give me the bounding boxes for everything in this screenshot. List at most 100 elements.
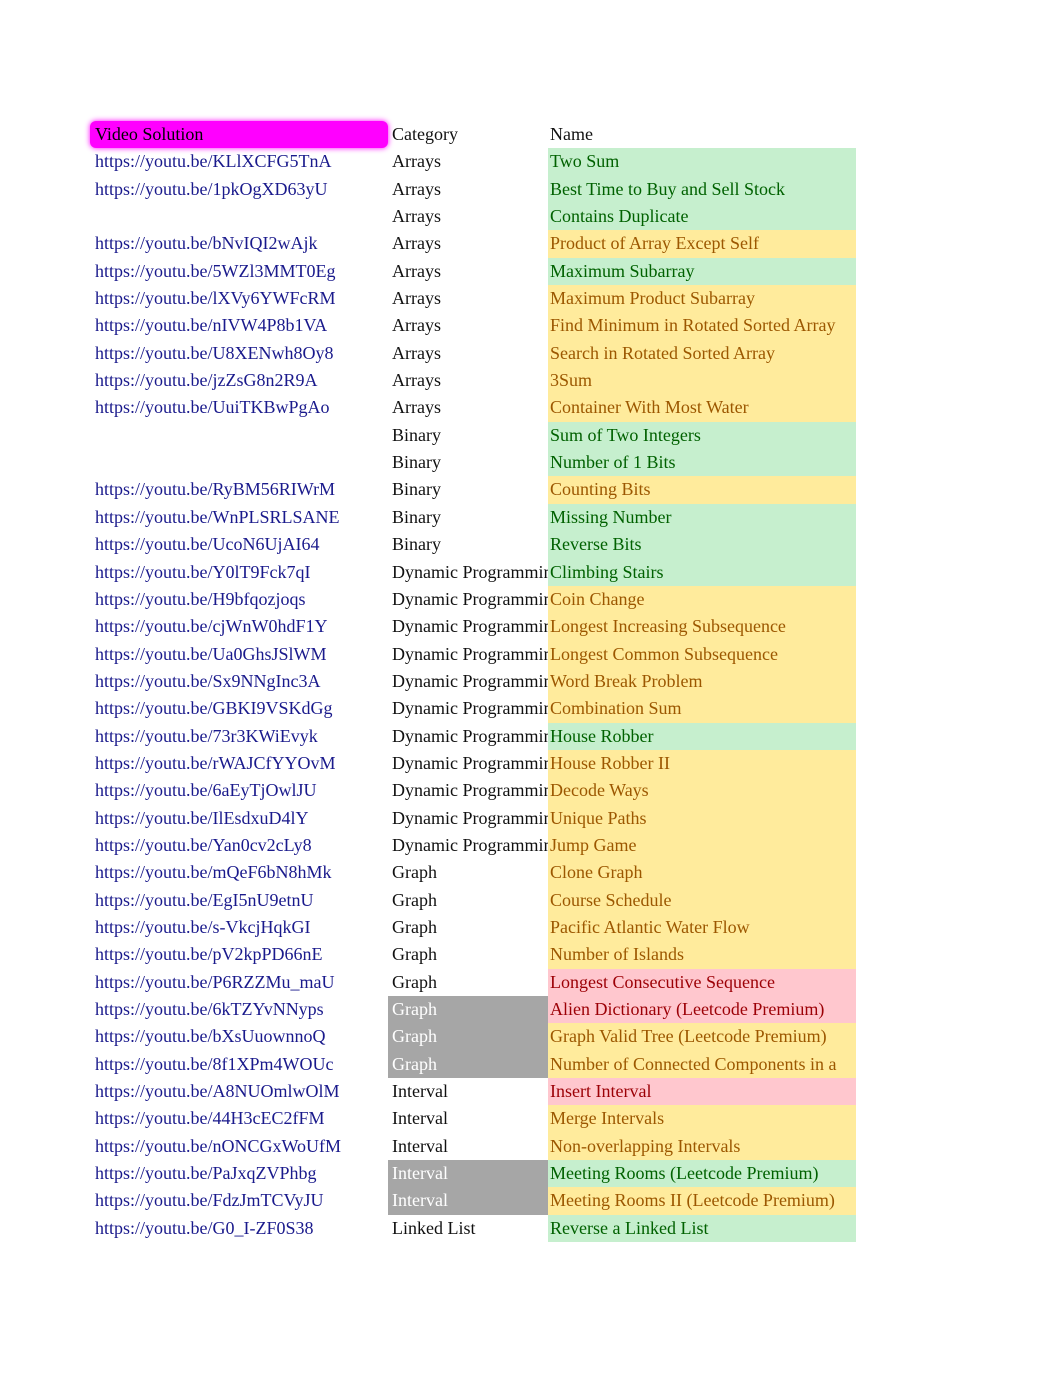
category-cell: Dynamic Programming — [392, 588, 548, 609]
problem-name-cell: Missing Number — [548, 503, 856, 532]
table-row: https://youtu.be/UuiTKBwPgAo Arrays Contai… — [90, 394, 856, 422]
video-link[interactable]: https://youtu.be/P6RZZMu_maU — [90, 969, 388, 996]
video-link[interactable]: https://youtu.be/UcoN6UjAI64 — [90, 531, 388, 558]
category-cell: Binary — [392, 506, 441, 527]
video-link[interactable]: https://youtu.be/Ua0GhsJSlWM — [90, 641, 388, 668]
table-row: https://youtu.be/8f1XPm4WOUc Graph Number … — [90, 1050, 856, 1079]
table-row: https://youtu.be/rWAJCfYYOvM Dynamic Prog… — [90, 749, 856, 778]
video-link[interactable]: https://youtu.be/s-VkcjHqkGI — [90, 914, 388, 941]
problem-name-cell: Alien Dictionary (Leetcode Premium) — [548, 996, 856, 1024]
video-link[interactable]: https://youtu.be/bNvIQI2wAjk — [90, 230, 388, 257]
table-row: https://youtu.be/73r3KWiEvyk Dynamic Prog… — [90, 722, 856, 750]
problem-name-cell: Meeting Rooms II (Leetcode Premium) — [548, 1187, 856, 1215]
problem-name-cell: House Robber II — [548, 749, 856, 778]
category-cell: Linked List — [392, 1217, 476, 1238]
problem-name-cell: Unique Paths — [548, 804, 856, 832]
table-row: https://youtu.be/s-VkcjHqkGI Graph Pacific… — [90, 913, 856, 942]
video-link[interactable]: https://youtu.be/pV2kpPD66nE — [90, 941, 388, 968]
category-cell: Arrays — [392, 178, 441, 199]
video-link[interactable]: https://youtu.be/EgI5nU9etnU — [90, 887, 388, 914]
problem-name-cell: Climbing Stairs — [548, 558, 856, 586]
video-link[interactable]: https://youtu.be/FdzJmTCVyJU — [90, 1187, 388, 1214]
table-row: https://youtu.be/cjWnW0hdF1Y Dynamic Prog… — [90, 613, 856, 641]
category-cell: Arrays — [392, 151, 441, 172]
problem-name-cell: Decode Ways — [548, 777, 856, 805]
problem-name-cell: Meeting Rooms (Leetcode Premium) — [548, 1160, 856, 1188]
category-cell: Graph — [392, 971, 437, 992]
problem-name-cell: Longest Common Subsequence — [548, 640, 856, 668]
category-cell: Interval — [392, 1108, 448, 1129]
problem-name-cell: Clone Graph — [548, 859, 856, 887]
video-link[interactable]: https://youtu.be/RyBM56RIWrM — [90, 476, 388, 503]
problem-name-cell: Maximum Subarray — [548, 257, 856, 286]
video-link[interactable]: https://youtu.be/GBKI9VSKdGg — [90, 695, 388, 722]
table-row: https://youtu.be/RyBM56RIWrM Binary Counti… — [90, 476, 856, 504]
category-cell: Arrays — [392, 260, 441, 281]
video-link[interactable]: https://youtu.be/73r3KWiEvyk — [90, 723, 388, 750]
table-row: https://youtu.be/Ua0GhsJSlWM Dynamic Prog… — [90, 640, 856, 668]
category-cell: Interval — [392, 1135, 448, 1156]
video-link[interactable]: https://youtu.be/UuiTKBwPgAo — [90, 394, 388, 421]
video-link[interactable]: https://youtu.be/A8NUOmlwOlM — [90, 1078, 388, 1105]
table-row: https://youtu.be/EgI5nU9etnU Graph Course … — [90, 886, 856, 914]
video-link[interactable]: https://youtu.be/Y0lT9Fck7qI — [90, 559, 388, 586]
video-link[interactable]: https://youtu.be/8f1XPm4WOUc — [90, 1051, 388, 1078]
table-row: Arrays Contains Duplicate — [90, 203, 856, 231]
video-link[interactable]: https://youtu.be/lXVy6YWFcRM — [90, 285, 388, 312]
category-cell: Graph — [392, 916, 437, 937]
video-link[interactable]: https://youtu.be/U8XENwh8Oy8 — [90, 340, 388, 367]
table-row: https://youtu.be/6kTZYvNNyps Graph Alien D… — [90, 996, 856, 1024]
video-link[interactable]: https://youtu.be/6kTZYvNNyps — [90, 996, 388, 1023]
table-row: https://youtu.be/bXsUuownnoQ Graph Graph V… — [90, 1023, 856, 1051]
category-cell: Graph — [388, 1023, 548, 1051]
header-video-solution: Video Solution — [90, 121, 388, 149]
category-cell: Dynamic Programming — [392, 780, 548, 801]
table-row: https://youtu.be/mQeF6bN8hMk Graph Clone G… — [90, 859, 856, 887]
problem-name-cell: Number of Islands — [548, 941, 856, 969]
problem-name-cell: Sum of Two Integers — [548, 421, 856, 450]
video-link[interactable]: https://youtu.be/bXsUuownnoQ — [90, 1023, 388, 1050]
video-link[interactable]: https://youtu.be/PaJxqZVPhbg — [90, 1160, 388, 1187]
problem-name-cell: Container With Most Water — [548, 394, 856, 422]
video-link[interactable]: https://youtu.be/Yan0cv2cLy8 — [90, 832, 388, 859]
video-link[interactable]: https://youtu.be/jzZsG8n2R9A — [90, 367, 388, 394]
video-link[interactable]: https://youtu.be/G0_I-ZF0S38 — [90, 1215, 388, 1242]
problem-name-cell: Non-overlapping Intervals — [548, 1132, 856, 1161]
problem-name-cell: Longest Consecutive Sequence — [548, 968, 856, 996]
problem-name-cell: Number of Connected Components in a — [548, 1050, 856, 1079]
video-link[interactable]: https://youtu.be/IlEsdxuD4lY — [90, 805, 388, 832]
table-row: https://youtu.be/UcoN6UjAI64 Binary Revers… — [90, 531, 856, 559]
video-link[interactable]: https://youtu.be/nONCGxWoUfM — [90, 1133, 388, 1160]
video-link[interactable]: https://youtu.be/1pkOgXD63yU — [90, 176, 388, 203]
category-cell: Dynamic Programming — [392, 752, 548, 773]
table-row: Binary Sum of Two Integers — [90, 421, 856, 450]
video-link[interactable]: https://youtu.be/44H3cEC2fFM — [90, 1105, 388, 1132]
video-link[interactable]: https://youtu.be/5WZl3MMT0Eg — [90, 258, 388, 285]
problem-name-cell: Product of Array Except Self — [548, 230, 856, 258]
video-link[interactable]: https://youtu.be/H9bfqozjoqs — [90, 586, 388, 613]
video-link[interactable]: https://youtu.be/6aEyTjOwlJU — [90, 777, 388, 804]
video-link[interactable]: https://youtu.be/KLlXCFG5TnA — [90, 148, 388, 175]
table-row: https://youtu.be/bNvIQI2wAjk Arrays Produc… — [90, 230, 856, 258]
table-row: https://youtu.be/Y0lT9Fck7qI Dynamic Prog… — [90, 558, 856, 586]
video-link[interactable]: https://youtu.be/Sx9NNgInc3A — [90, 668, 388, 695]
table-row: https://youtu.be/lXVy6YWFcRM Arrays Maximu… — [90, 285, 856, 313]
video-link[interactable]: https://youtu.be/rWAJCfYYOvM — [90, 750, 388, 777]
problem-name-cell: Longest Increasing Subsequence — [548, 613, 856, 641]
category-cell: Binary — [392, 424, 441, 445]
category-cell: Graph — [392, 944, 437, 965]
problem-name-cell: Course Schedule — [548, 886, 856, 914]
table-row: https://youtu.be/6aEyTjOwlJU Dynamic Prog… — [90, 777, 856, 805]
category-cell: Binary — [392, 452, 441, 473]
table-row: https://youtu.be/Yan0cv2cLy8 Dynamic Prog… — [90, 831, 856, 860]
table-row: https://youtu.be/PaJxqZVPhbg Interval Meet… — [90, 1160, 856, 1188]
video-link[interactable]: https://youtu.be/WnPLSRLSANE — [90, 504, 388, 531]
video-link[interactable]: https://youtu.be/cjWnW0hdF1Y — [90, 613, 388, 640]
table-row: https://youtu.be/IlEsdxuD4lY Dynamic Prog… — [90, 804, 856, 832]
video-link[interactable]: https://youtu.be/nIVW4P8b1VA — [90, 312, 388, 339]
video-link[interactable]: https://youtu.be/mQeF6bN8hMk — [90, 859, 388, 886]
video-link — [90, 422, 388, 449]
table-row: https://youtu.be/jzZsG8n2R9A Arrays 3Sum — [90, 367, 856, 395]
problem-name-cell: Graph Valid Tree (Leetcode Premium) — [548, 1023, 856, 1051]
table-row: Binary Number of 1 Bits — [90, 449, 856, 477]
